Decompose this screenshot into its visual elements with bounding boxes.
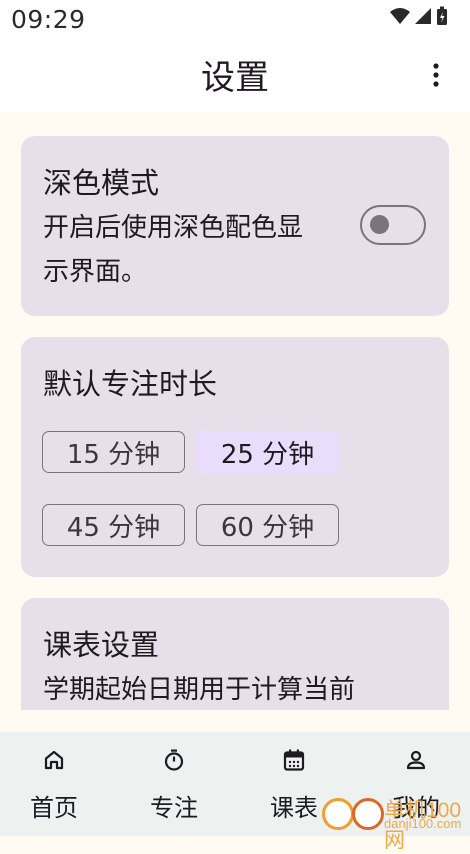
nav-item-focus[interactable]: 专注 <box>124 732 224 836</box>
more-vert-icon <box>433 63 439 87</box>
schedule-title: 课表设置 <box>43 628 160 662</box>
timer-icon <box>164 749 184 771</box>
app-bar: 设置 <box>0 42 470 112</box>
dark-mode-description-line1: 开启后使用深色配色显 <box>43 213 304 243</box>
duration-chip-60[interactable]: 60 分钟 <box>196 504 339 546</box>
nav-label-focus: 专注 <box>150 794 198 822</box>
status-bar: 09:29 <box>0 0 470 42</box>
dark-mode-title: 深色模式 <box>43 166 160 200</box>
nav-item-home[interactable]: 首页 <box>4 732 104 836</box>
status-time: 09:29 <box>11 5 86 34</box>
home-icon <box>44 750 64 770</box>
signal-icon <box>415 8 431 24</box>
focus-duration-title: 默认专注时长 <box>43 367 218 401</box>
focus-duration-card: 默认专注时长 15 分钟 25 分钟 45 分钟 60 分钟 <box>21 337 449 577</box>
nav-label-home: 首页 <box>30 794 78 822</box>
battery-icon <box>437 6 447 25</box>
page-title: 设置 <box>201 58 269 98</box>
dark-mode-toggle[interactable] <box>360 205 426 245</box>
status-icons <box>390 6 448 26</box>
duration-chip-25[interactable]: 25 分钟 <box>196 431 339 473</box>
wifi-icon <box>390 8 410 24</box>
site-watermark: 单机100网 danji100.com <box>318 790 470 852</box>
schedule-description: 学期起始日期用于计算当前 <box>43 675 356 705</box>
calendar-icon <box>283 749 305 771</box>
watermark-logo-right <box>352 798 384 830</box>
watermark-logo-left <box>322 798 354 830</box>
more-options-button[interactable] <box>424 60 448 90</box>
watermark-url: danji100.com <box>384 816 462 831</box>
person-icon <box>406 750 426 770</box>
duration-chip-45[interactable]: 45 分钟 <box>42 504 185 546</box>
schedule-card: 课表设置 学期起始日期用于计算当前 <box>21 598 449 710</box>
dark-mode-description-line2: 示界面。 <box>43 257 148 287</box>
toggle-knob <box>370 215 389 234</box>
duration-chip-15[interactable]: 15 分钟 <box>42 431 185 473</box>
dark-mode-card: 深色模式 开启后使用深色配色显 示界面。 <box>21 136 449 316</box>
settings-content[interactable]: 深色模式 开启后使用深色配色显 示界面。 默认专注时长 15 分钟 25 分钟 … <box>0 112 470 710</box>
